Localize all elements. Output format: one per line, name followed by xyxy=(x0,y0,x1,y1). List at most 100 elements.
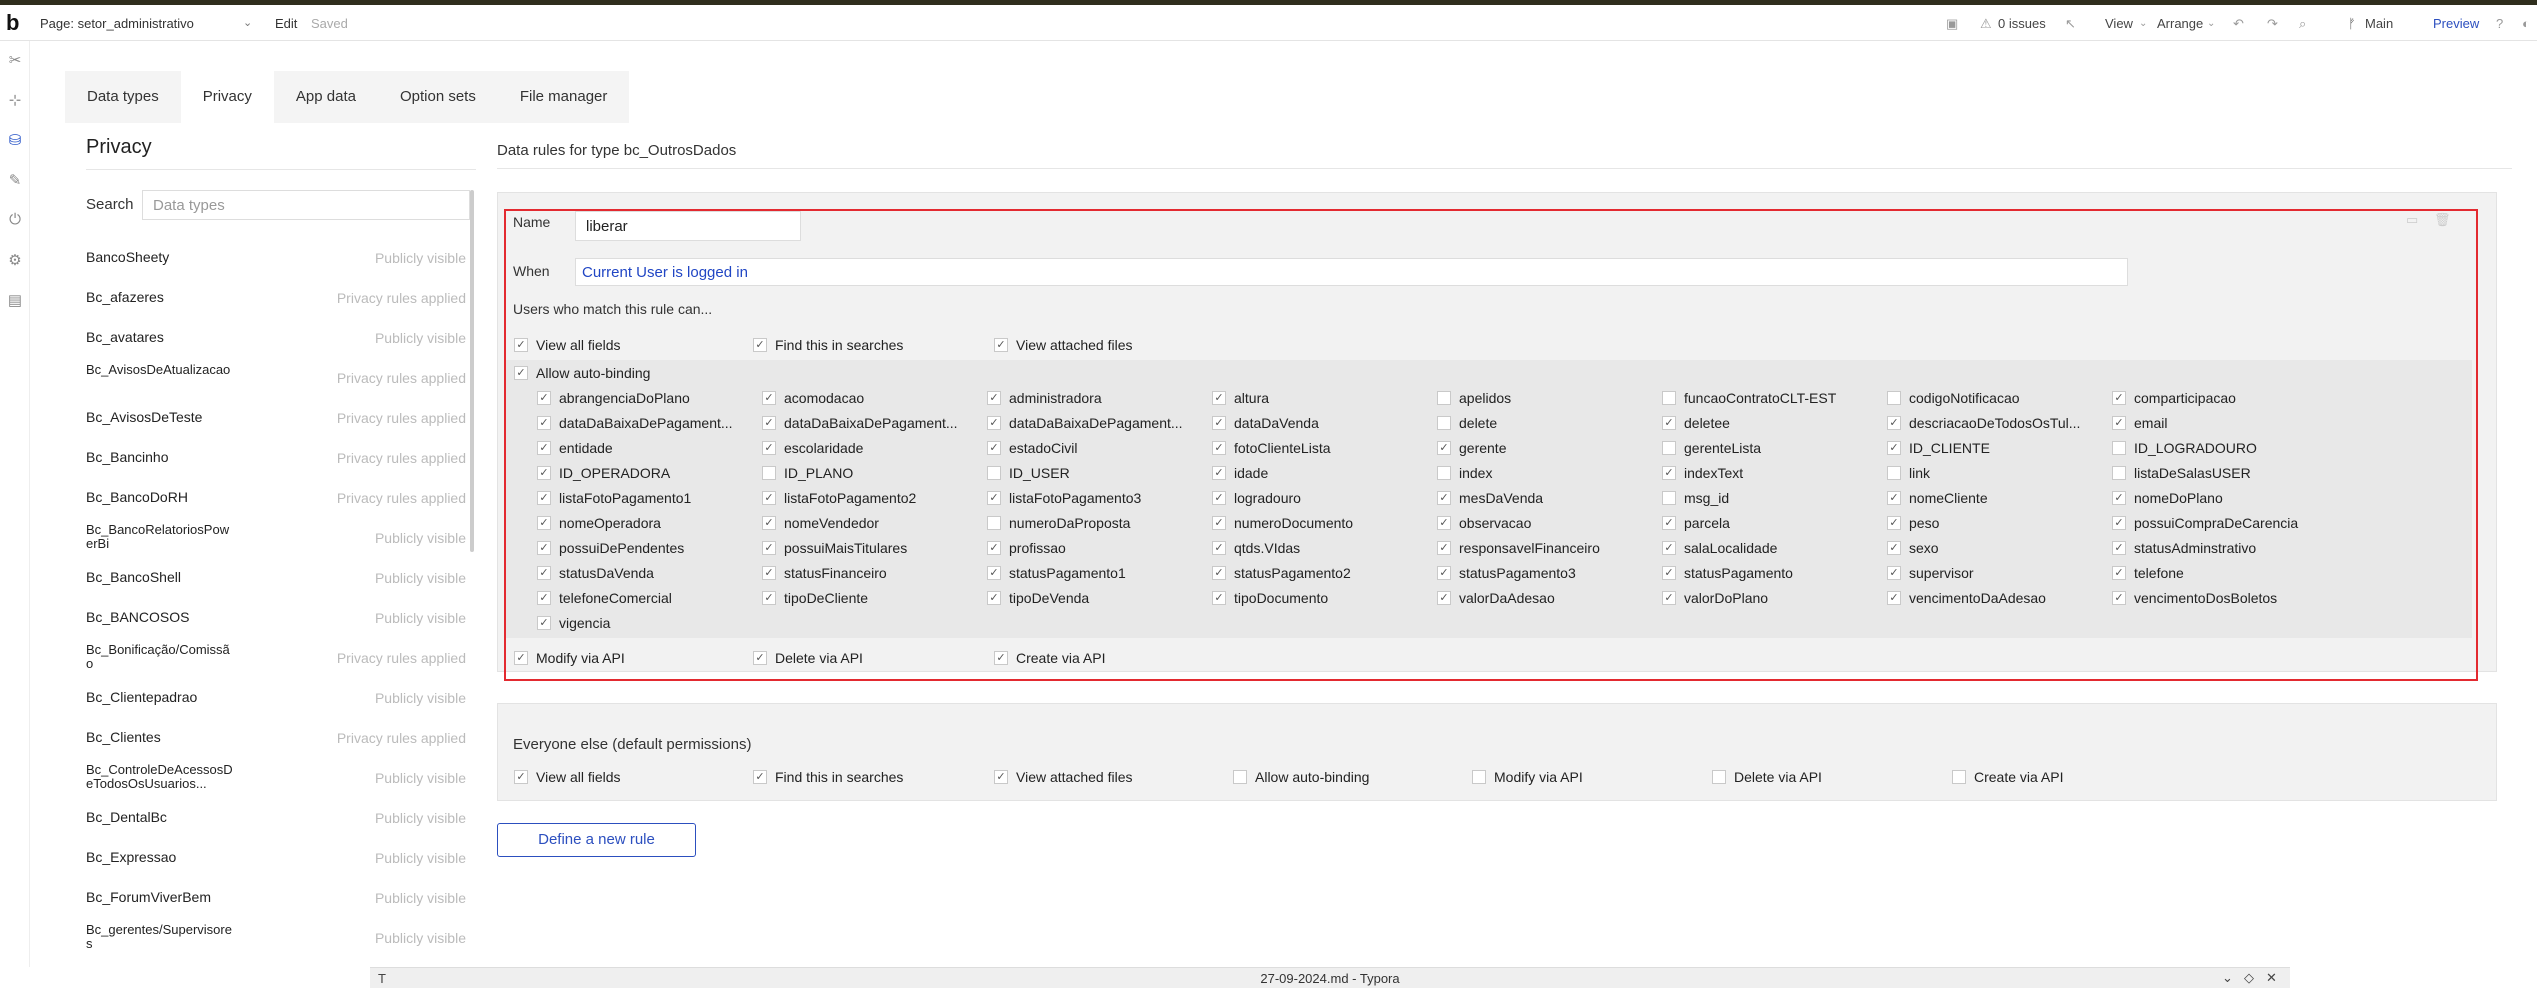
data-type-row[interactable]: Bc_BancoDoRH Privacy rules applied xyxy=(86,480,466,520)
data-type-name: Bc_AvisosDeAtualizacao xyxy=(86,362,231,377)
default-perm-label: Modify via API xyxy=(1494,769,1583,785)
close-icon[interactable]: ✕ xyxy=(2266,970,2277,986)
list-scrollbar[interactable] xyxy=(470,190,474,552)
data-type-name: Bc_BancoShell xyxy=(86,569,181,585)
divider xyxy=(497,168,2512,169)
data-type-row[interactable]: Bc_ForumViverBem Publicly visible xyxy=(86,880,466,920)
default-perm-label: Create via API xyxy=(1974,769,2064,785)
data-type-name: Bc_Bonificação/Comissão xyxy=(86,642,230,671)
top-toolbar: b Page: setor_administrativo ⌄ Edit Save… xyxy=(0,5,2537,41)
workflow-icon[interactable]: ⊹ xyxy=(6,91,24,109)
default-perm-label: Allow auto-binding xyxy=(1255,769,1370,785)
data-tabs: Data types Privacy App data Option sets … xyxy=(65,71,630,123)
data-type-name: Bc_DentalBc xyxy=(86,809,167,825)
data-type-status: Privacy rules applied xyxy=(336,450,466,466)
view-chevron-icon[interactable]: ⌄ xyxy=(2139,18,2147,29)
default-perm-checkbox[interactable]: ✓ xyxy=(753,770,767,784)
data-type-row[interactable]: Bc_Expressao Publicly visible xyxy=(86,840,466,880)
tab-file-manager[interactable]: File manager xyxy=(498,71,630,123)
undo-icon[interactable]: ↶ xyxy=(2233,16,2244,32)
data-type-name: Bc_Clientepadrao xyxy=(86,689,198,705)
minimize-icon[interactable]: ⌄ xyxy=(2222,970,2233,986)
database-icon[interactable]: ⛁ xyxy=(6,131,24,149)
data-type-row[interactable]: Bc_BANCOSOS Publicly visible xyxy=(86,600,466,640)
cursor-icon[interactable]: ↖ xyxy=(2065,16,2076,32)
data-type-name: Bc_gerentes/Supervisores xyxy=(86,922,232,951)
data-type-row[interactable]: Bc_BancoShell Publicly visible xyxy=(86,560,466,600)
data-type-status: Publicly visible xyxy=(374,850,466,866)
view-menu[interactable]: View xyxy=(2105,16,2133,31)
data-type-status: Publicly visible xyxy=(374,890,466,906)
issues-count[interactable]: 0 issues xyxy=(1998,16,2046,31)
tab-app-data[interactable]: App data xyxy=(274,71,378,123)
default-perm-checkbox[interactable]: ✓ xyxy=(994,770,1008,784)
branch-main[interactable]: Main xyxy=(2365,16,2393,31)
data-type-status: Privacy rules applied xyxy=(336,370,466,386)
warning-icon: ⚠ xyxy=(1980,16,1992,31)
everyone-title: Everyone else (default permissions) xyxy=(513,736,752,753)
data-type-name: Bc_ControleDeAcessosDeTodosOsUsuarios... xyxy=(86,762,233,791)
data-type-name: Bc_Expressao xyxy=(86,849,177,865)
default-perm-checkbox[interactable] xyxy=(1952,770,1966,784)
data-type-row[interactable]: Bc_ControleDeAcessosDeTodosOsUsuarios...… xyxy=(86,760,466,800)
data-type-row[interactable]: Bc_AvisosDeAtualizacao Privacy rules appl… xyxy=(86,360,466,400)
search-label: Search xyxy=(86,196,134,213)
account-icon[interactable]: ◐ xyxy=(2522,16,2530,31)
tab-option-sets[interactable]: Option sets xyxy=(378,71,498,123)
data-type-row[interactable]: Bc_AvisosDeTeste Privacy rules applied xyxy=(86,400,466,440)
arrange-menu[interactable]: Arrange xyxy=(2157,16,2203,31)
maximize-icon[interactable]: ◇ xyxy=(2244,970,2254,986)
tab-data-types[interactable]: Data types xyxy=(65,71,181,123)
search-icon[interactable]: ⌕ xyxy=(2299,16,2306,32)
plugin-icon[interactable]: ⏻ xyxy=(6,211,24,229)
data-type-status: Privacy rules applied xyxy=(336,650,466,666)
data-type-row[interactable]: Bc_DentalBc Publicly visible xyxy=(86,800,466,840)
privacy-panel: Privacy Search BancoSheety Publicly visib… xyxy=(86,130,476,967)
data-type-name: Bc_avatares xyxy=(86,329,164,345)
chevron-down-icon[interactable]: ⌄ xyxy=(243,16,252,29)
design-tools-icon[interactable]: ✂ xyxy=(6,51,24,69)
logs-icon[interactable]: ▤ xyxy=(6,291,24,309)
data-type-row[interactable]: Bc_afazeres Privacy rules applied xyxy=(86,280,466,320)
data-type-row[interactable]: Bc_Clientes Privacy rules applied xyxy=(86,720,466,760)
default-perm-label: View all fields xyxy=(536,769,621,785)
gift-icon[interactable]: ▣ xyxy=(1946,16,1958,32)
data-type-row[interactable]: Bc_Bancinho Privacy rules applied xyxy=(86,440,466,480)
brush-icon[interactable]: ✎ xyxy=(6,171,24,189)
default-perm-checkbox[interactable] xyxy=(1712,770,1726,784)
data-type-name: Bc_BANCOSOS xyxy=(86,609,190,625)
data-type-name: Bc_afazeres xyxy=(86,289,164,305)
data-type-row[interactable]: Bc_gerentes/Supervisores Publicly visible xyxy=(86,920,466,960)
data-type-row[interactable]: Bc_avatares Publicly visible xyxy=(86,320,466,360)
default-perm-checkbox[interactable] xyxy=(1233,770,1247,784)
data-type-name: Bc_AvisosDeTeste xyxy=(86,409,203,425)
data-type-row[interactable]: Bc_Clientepadrao Publicly visible xyxy=(86,680,466,720)
saved-status: Saved xyxy=(311,16,348,31)
arrange-chevron-icon[interactable]: ⌄ xyxy=(2207,18,2215,29)
help-icon[interactable]: ? xyxy=(2496,16,2503,31)
edit-menu[interactable]: Edit xyxy=(275,16,297,31)
data-type-row[interactable]: Bc_Bonificação/Comissão Privacy rules app… xyxy=(86,640,466,680)
default-perm-label: Find this in searches xyxy=(775,769,904,785)
define-new-rule-button[interactable]: Define a new rule xyxy=(497,823,696,857)
default-perm-checkbox[interactable]: ✓ xyxy=(514,770,528,784)
data-type-row[interactable]: BancoSheety Publicly visible xyxy=(86,240,466,280)
data-type-name: BancoSheety xyxy=(86,249,170,265)
tab-privacy[interactable]: Privacy xyxy=(180,71,274,123)
settings-icon[interactable]: ⚙ xyxy=(6,251,24,269)
search-input[interactable] xyxy=(142,190,470,220)
highlight-box xyxy=(504,209,2478,681)
data-type-status: Publicly visible xyxy=(374,250,466,266)
left-icon-sidebar: ✂ ⊹ ⛁ ✎ ⏻ ⚙ ▤ xyxy=(0,41,30,967)
data-type-status: Publicly visible xyxy=(374,610,466,626)
redo-icon[interactable]: ↷ xyxy=(2267,16,2278,32)
default-perm-label: View attached files xyxy=(1016,769,1133,785)
data-type-status: Publicly visible xyxy=(374,570,466,586)
preview-button[interactable]: Preview xyxy=(2433,16,2479,31)
page-selector[interactable]: Page: setor_administrativo xyxy=(40,16,194,31)
data-type-status: Privacy rules applied xyxy=(336,730,466,746)
data-type-status: Publicly visible xyxy=(374,690,466,706)
data-type-row[interactable]: Bc_BancoRelatoriosPowerBi Publicly visibl… xyxy=(86,520,466,560)
bubble-logo[interactable]: b xyxy=(6,10,19,36)
default-perm-checkbox[interactable] xyxy=(1472,770,1486,784)
